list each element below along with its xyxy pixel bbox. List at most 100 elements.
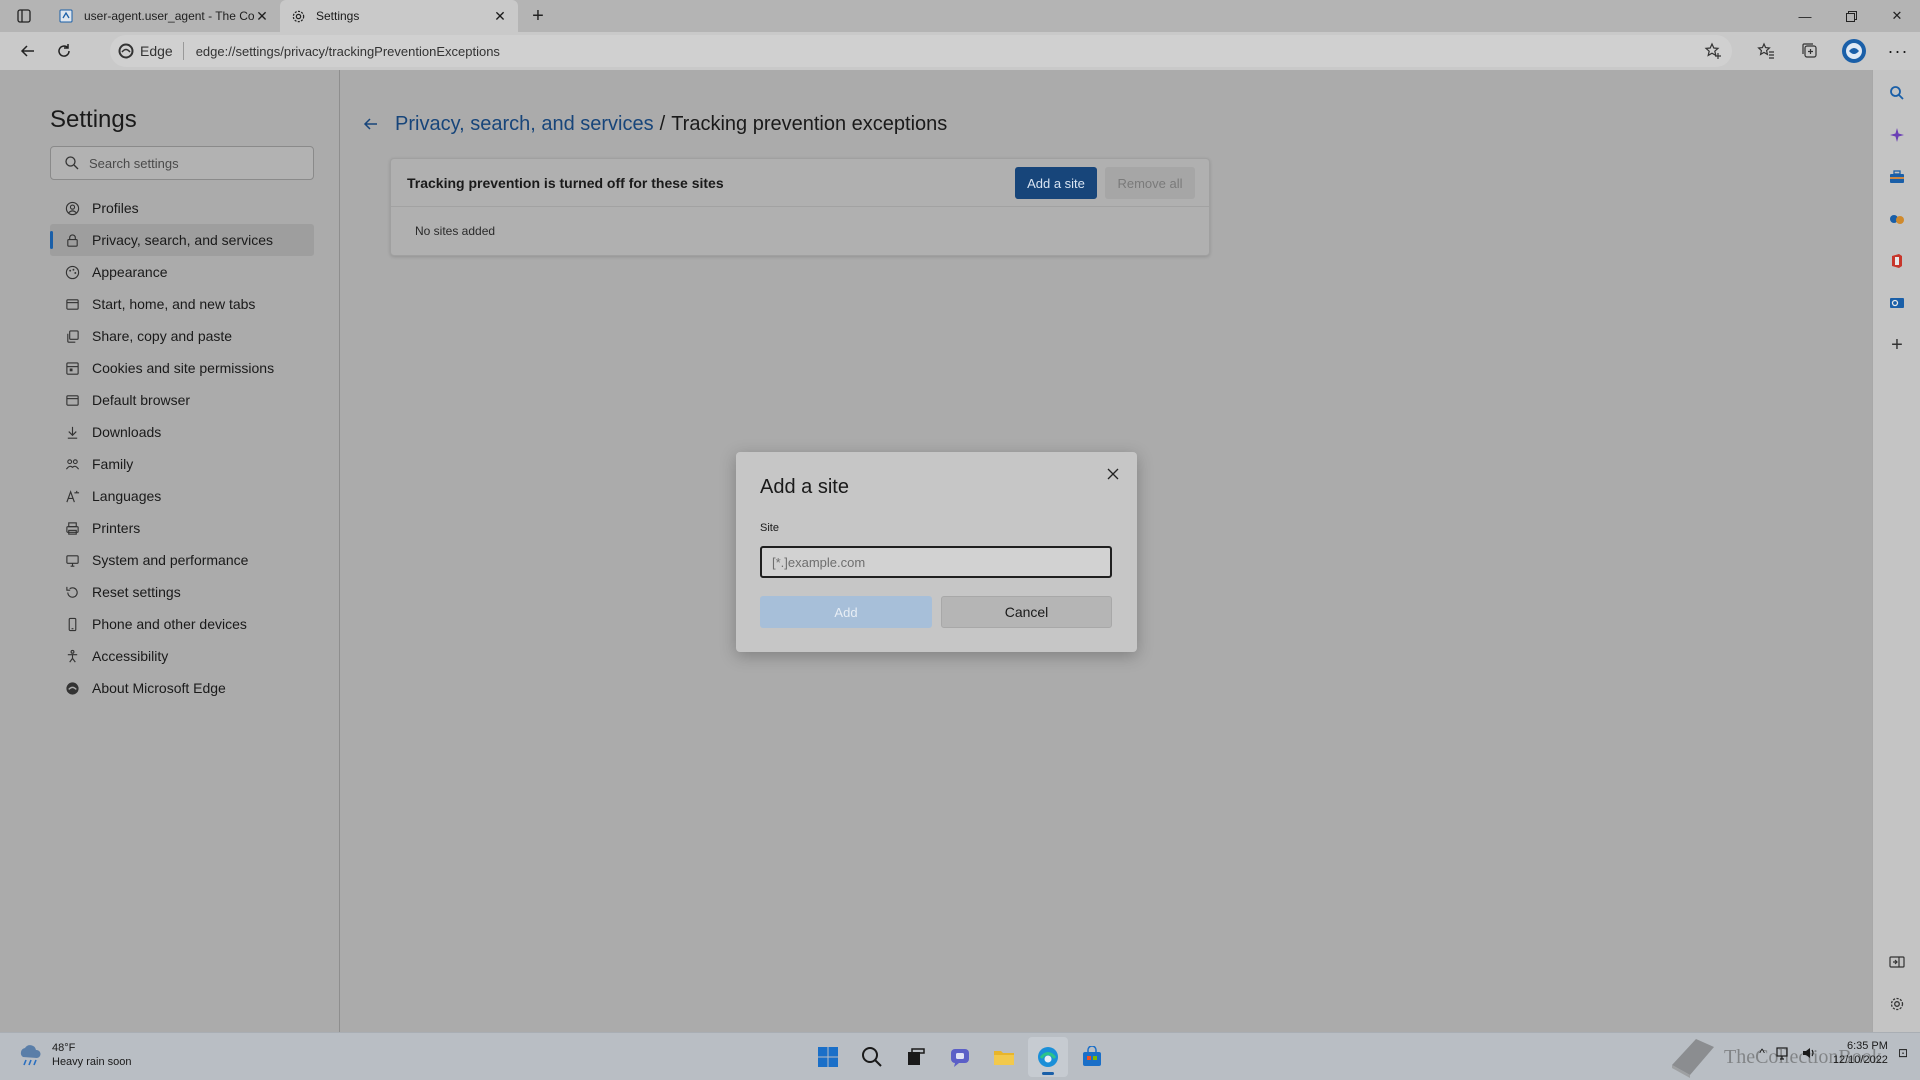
collections-button[interactable] bbox=[1788, 32, 1832, 70]
remove-all-button[interactable]: Remove all bbox=[1105, 167, 1195, 199]
sidebar-item-reset[interactable]: Reset settings bbox=[50, 576, 314, 608]
sidebar-item-label: About Microsoft Edge bbox=[92, 680, 226, 696]
weather-description: Heavy rain soon bbox=[52, 1056, 132, 1068]
clock[interactable]: 6:35 PM 12/10/2022 bbox=[1833, 1039, 1888, 1067]
tab-settings[interactable]: Settings ✕ bbox=[280, 0, 518, 32]
lock-icon bbox=[64, 232, 80, 248]
site-input[interactable] bbox=[760, 546, 1112, 578]
edge-logo-icon bbox=[118, 43, 134, 59]
system-icon bbox=[64, 552, 80, 568]
url-text[interactable]: edge://settings/privacy/trackingPreventi… bbox=[196, 44, 500, 59]
window-controls: — ✕ bbox=[1782, 0, 1920, 32]
tab-close-icon[interactable]: ✕ bbox=[492, 8, 508, 24]
sidebar-item-label: Share, copy and paste bbox=[92, 328, 233, 344]
sidebar-hide-button[interactable] bbox=[1873, 942, 1920, 982]
profile-button[interactable] bbox=[1832, 32, 1876, 70]
tab-actions-icon bbox=[17, 9, 31, 23]
file-explorer-button[interactable] bbox=[984, 1037, 1024, 1077]
weather-widget[interactable]: 48°F Heavy rain soon bbox=[16, 1041, 132, 1069]
breadcrumb-parent-link[interactable]: Privacy, search, and services bbox=[395, 113, 654, 136]
sidebar-item-label: Phone and other devices bbox=[92, 616, 247, 632]
accessibility-icon bbox=[64, 648, 80, 664]
gear-icon bbox=[290, 8, 306, 24]
back-button[interactable] bbox=[10, 35, 46, 67]
plus-icon: + bbox=[1891, 333, 1903, 356]
sidebar-item-phone[interactable]: Phone and other devices bbox=[50, 608, 314, 640]
sidebar-games-button[interactable] bbox=[1873, 198, 1920, 240]
chat-icon bbox=[951, 1049, 969, 1067]
appearance-icon bbox=[64, 264, 80, 280]
close-window-button[interactable]: ✕ bbox=[1874, 0, 1920, 32]
notification-icon[interactable]: ⊡ bbox=[1898, 1046, 1908, 1060]
sidebar-add-button[interactable]: + bbox=[1873, 324, 1920, 366]
store-button[interactable] bbox=[1072, 1037, 1112, 1077]
sidebar-item-label: Default browser bbox=[92, 392, 191, 408]
back-arrow-icon[interactable] bbox=[359, 112, 383, 136]
tab-user-agent[interactable]: user-agent.user_agent - The Coll ✕ bbox=[48, 0, 280, 32]
add-site-button[interactable]: Add a site bbox=[1015, 167, 1097, 199]
sidebar-item-appearance[interactable]: Appearance bbox=[50, 256, 314, 288]
search-icon bbox=[65, 156, 79, 170]
cancel-button[interactable]: Cancel bbox=[941, 596, 1112, 628]
clock-time: 6:35 PM bbox=[1846, 1040, 1888, 1052]
chevron-up-icon[interactable]: ^ bbox=[1759, 1046, 1765, 1060]
sidebar-item-downloads[interactable]: Downloads bbox=[50, 416, 314, 448]
search-icon bbox=[862, 1047, 882, 1067]
sidebar-settings-button[interactable] bbox=[1873, 984, 1920, 1024]
sidebar-item-languages[interactable]: Languages bbox=[50, 480, 314, 512]
sidebar-item-profiles[interactable]: Profiles bbox=[50, 192, 314, 224]
settings-search[interactable] bbox=[50, 146, 314, 180]
sidebar-search-button[interactable] bbox=[1873, 72, 1920, 114]
favorites-button[interactable] bbox=[1744, 32, 1788, 70]
browser-icon bbox=[64, 392, 80, 408]
gear-icon bbox=[1890, 997, 1904, 1011]
close-icon[interactable] bbox=[1099, 460, 1127, 488]
sidebar-item-label: Cookies and site permissions bbox=[92, 360, 275, 376]
add-site-dialog: Add a site Site Add Cancel bbox=[736, 452, 1137, 652]
sidebar-outlook-button[interactable] bbox=[1873, 282, 1920, 324]
sidebar-item-label: Accessibility bbox=[92, 648, 169, 664]
store-icon bbox=[1083, 1046, 1101, 1066]
sidebar-item-accessibility[interactable]: Accessibility bbox=[50, 640, 314, 672]
sidebar-tools-button[interactable] bbox=[1873, 156, 1920, 198]
more-options-button[interactable]: ··· bbox=[1876, 32, 1920, 70]
volume-icon[interactable] bbox=[1801, 1045, 1817, 1061]
taskbar-search-button[interactable] bbox=[852, 1037, 892, 1077]
sidebar-item-family[interactable]: Family bbox=[50, 448, 314, 480]
task-view-button[interactable] bbox=[896, 1037, 936, 1077]
breadcrumb: Privacy, search, and services / Tracking… bbox=[359, 112, 947, 136]
languages-icon bbox=[64, 488, 80, 504]
teams-chat-button[interactable] bbox=[940, 1037, 980, 1077]
restore-button[interactable] bbox=[1828, 0, 1874, 32]
tab-actions-button[interactable] bbox=[0, 0, 48, 32]
site-identity[interactable]: Edge bbox=[118, 42, 184, 60]
sidebar-item-privacy[interactable]: Privacy, search, and services bbox=[50, 224, 314, 256]
plus-icon: + bbox=[532, 4, 544, 27]
dialog-title: Add a site bbox=[760, 476, 849, 498]
address-bar[interactable]: Edge edge://settings/privacy/trackingPre… bbox=[110, 35, 1732, 67]
new-tab-button[interactable]: + bbox=[522, 0, 554, 32]
sidebar-item-cookies[interactable]: Cookies and site permissions bbox=[50, 352, 314, 384]
sidebar-item-share-copy[interactable]: Share, copy and paste bbox=[50, 320, 314, 352]
start-button[interactable] bbox=[808, 1037, 848, 1077]
sidebar-item-system[interactable]: System and performance bbox=[50, 544, 314, 576]
sidebar-item-default-browser[interactable]: Default browser bbox=[50, 384, 314, 416]
network-icon[interactable] bbox=[1775, 1045, 1791, 1061]
minimize-button[interactable]: — bbox=[1782, 0, 1828, 32]
add-button[interactable]: Add bbox=[760, 596, 932, 628]
add-favorite-icon[interactable] bbox=[1704, 42, 1722, 63]
refresh-button[interactable] bbox=[46, 35, 82, 67]
tab-title: Settings bbox=[316, 9, 360, 23]
sidebar-item-start-home[interactable]: Start, home, and new tabs bbox=[50, 288, 314, 320]
tab-close-icon[interactable]: ✕ bbox=[254, 8, 270, 24]
sidebar-office-button[interactable] bbox=[1873, 240, 1920, 282]
rain-cloud-icon bbox=[20, 1045, 41, 1066]
back-arrow-icon bbox=[20, 45, 34, 57]
sidebar-item-printers[interactable]: Printers bbox=[50, 512, 314, 544]
site-field-label: Site bbox=[760, 522, 779, 534]
download-icon bbox=[64, 424, 80, 440]
sidebar-item-about[interactable]: About Microsoft Edge bbox=[50, 672, 314, 704]
edge-taskbar-button[interactable] bbox=[1028, 1037, 1068, 1077]
search-input[interactable] bbox=[89, 155, 289, 171]
sidebar-discover-button[interactable] bbox=[1873, 114, 1920, 156]
